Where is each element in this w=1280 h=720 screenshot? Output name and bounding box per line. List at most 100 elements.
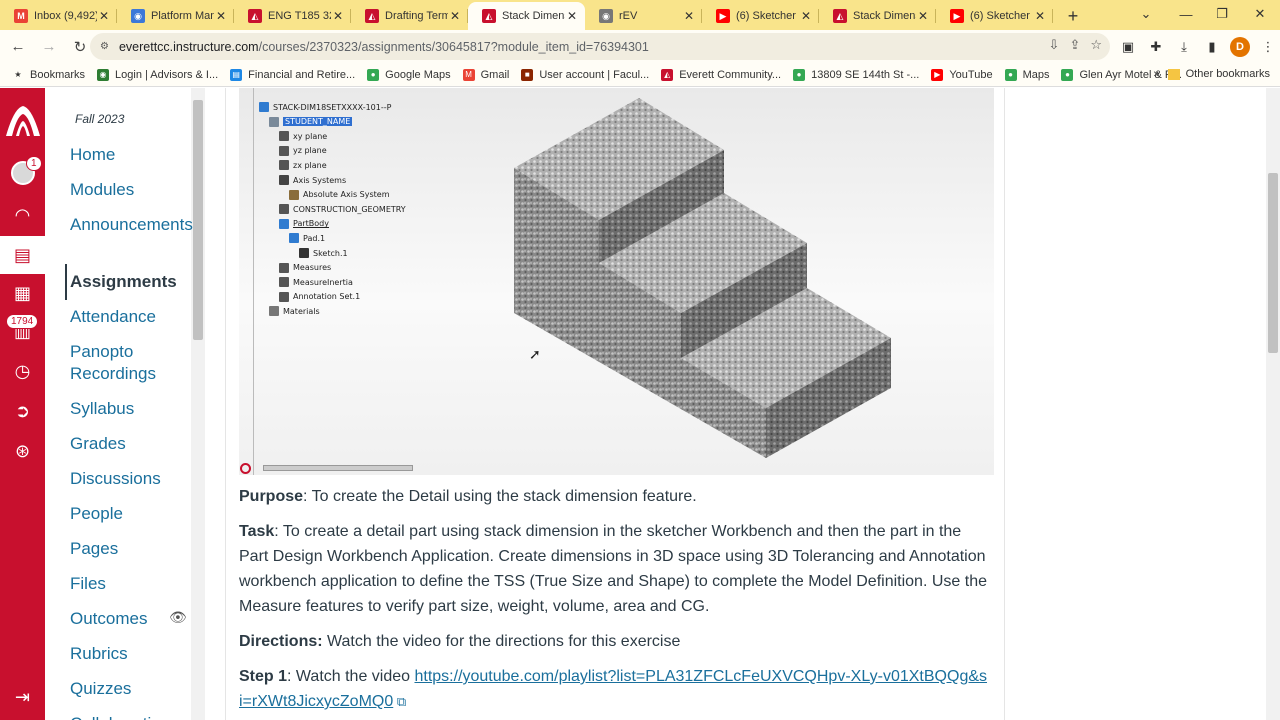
bookmark-item[interactable]: M Gmail — [462, 68, 509, 81]
tab-close-icon[interactable]: ✕ — [916, 9, 930, 23]
tab-close-icon[interactable]: ✕ — [331, 9, 345, 23]
bookmark-item[interactable]: ★ Bookmarks — [12, 69, 85, 81]
menu-icon[interactable]: ⋮ — [1258, 39, 1278, 55]
extension-icon[interactable]: ▣ — [1118, 39, 1138, 55]
page-scrollbar[interactable] — [1266, 88, 1280, 720]
browser-tab[interactable]: M Inbox (9,492) ✕ — [0, 2, 117, 30]
tab-close-icon[interactable]: ✕ — [448, 9, 462, 23]
bookmark-item[interactable]: ▤ Financial and Retire... — [230, 68, 355, 81]
tab-label: ENG T185 321 — [268, 10, 331, 22]
tab-search-icon[interactable]: ⌄ — [1128, 0, 1164, 28]
browser-tab[interactable]: ◉ rEV ✕ — [585, 2, 702, 30]
course-nav-people[interactable]: People — [70, 503, 190, 525]
new-tab-icon[interactable]: + — [1059, 2, 1087, 30]
history-icon[interactable]: ◷ — [0, 354, 45, 388]
inbox-icon[interactable]: ▥ 1794 — [0, 314, 45, 348]
assignment-content: STACK-DIM18SETXXXX-101--P STUDENT_NAME xy … — [225, 88, 1005, 720]
course-nav-syllabus[interactable]: Syllabus — [70, 398, 190, 420]
browser-tab[interactable]: ▶ (6) Sketcher P✕ — [702, 2, 819, 30]
browser-tab[interactable]: ◉ Platform Man ✕ — [117, 2, 234, 30]
task-label: Task — [239, 523, 275, 540]
course-nav-modules[interactable]: Modules — [70, 179, 190, 201]
bookmark-label: Google Maps — [385, 68, 451, 81]
browser-tab[interactable]: ◭ ENG T185 321✕ — [234, 2, 351, 30]
browser-toolbar: ← → ↻ ⚙ everettcc.instructure.com/course… — [0, 30, 1280, 63]
course-nav-rubrics[interactable]: Rubrics — [70, 643, 190, 665]
other-bookmarks[interactable]: » Other bookmarks — [1154, 68, 1271, 80]
install-icon[interactable]: ⇩ — [1049, 37, 1060, 53]
canvas-icon: ◭ — [661, 68, 674, 81]
tab-close-icon[interactable]: ✕ — [214, 9, 228, 23]
bookmark-item[interactable]: ▶ YouTube — [931, 68, 993, 81]
bookmark-star-icon[interactable]: ☆ — [1090, 37, 1102, 53]
account-icon[interactable]: 1 — [0, 156, 45, 190]
puzzle-icon[interactable]: ✚ — [1146, 39, 1166, 55]
browser-tab[interactable]: ▶ (6) Sketcher P✕ — [936, 2, 1053, 30]
course-nav-attendance[interactable]: Attendance — [70, 306, 190, 328]
browser-tab[interactable]: ◭ Stack Dimensi✕ — [468, 2, 585, 30]
tab-label: (6) Sketcher P — [970, 10, 1033, 22]
course-nav-discussions[interactable]: Discussions — [70, 468, 190, 490]
profile-avatar[interactable]: D — [1230, 36, 1250, 57]
compass-icon — [240, 463, 251, 474]
close-window-icon[interactable]: ✕ — [1242, 0, 1278, 28]
tab-close-icon[interactable]: ✕ — [682, 9, 696, 23]
course-nav-collaborations[interactable]: Collaborations — [70, 713, 190, 720]
dashboard-icon[interactable]: ◠ — [0, 198, 45, 232]
canvas-logo-icon[interactable] — [0, 98, 45, 144]
course-nav-quizzes[interactable]: Quizzes — [70, 678, 190, 700]
courses-icon[interactable]: ▤ — [0, 236, 45, 274]
course-nav-panopto-recordings[interactable]: Panopto Recordings — [70, 341, 190, 385]
forward-icon[interactable]: → — [36, 34, 62, 60]
course-nav-outcomes[interactable]: Outcomes — [70, 608, 190, 630]
download-icon[interactable]: ⤓ — [1174, 39, 1194, 55]
commons-icon[interactable]: ➲ — [0, 394, 45, 428]
tab-close-icon[interactable]: ✕ — [565, 9, 579, 23]
calendar-icon[interactable]: ▦ — [0, 276, 45, 310]
directions-paragraph: Directions: Watch the video for the dire… — [239, 629, 989, 654]
maps-icon: ● — [1004, 68, 1017, 81]
bookmark-item[interactable]: ◉ Login | Advisors & I... — [97, 68, 219, 81]
bookmark-item[interactable]: ● 13809 SE 144th St -... — [793, 68, 919, 81]
collapse-nav-icon[interactable]: ⇥ — [0, 682, 45, 712]
bookmark-label: Bookmarks — [30, 68, 86, 81]
tab-close-icon[interactable]: ✕ — [97, 9, 111, 23]
course-nav-grades[interactable]: Grades — [70, 433, 190, 455]
share-icon[interactable]: ⇪ — [1069, 37, 1080, 53]
site-info-icon[interactable]: ⚙ — [100, 41, 109, 52]
purpose-paragraph: Purpose: To create the Detail using the … — [239, 484, 989, 509]
external-link-icon[interactable]: ⧉ — [393, 694, 406, 709]
bookmark-item[interactable]: ● Google Maps — [367, 68, 451, 81]
course-nav-files[interactable]: Files — [70, 573, 190, 595]
maps-icon: ● — [1061, 68, 1074, 81]
purpose-label: Purpose — [239, 488, 304, 505]
bookmark-item[interactable]: ● Maps — [1004, 68, 1050, 81]
course-nav-home[interactable]: Home — [70, 144, 190, 166]
course-nav-assignments[interactable]: Assignments — [70, 271, 190, 293]
sidepanel-icon[interactable]: ▮ — [1202, 39, 1222, 55]
course-nav-announcements[interactable]: Announcements — [70, 214, 193, 236]
tab-label: (6) Sketcher P — [736, 10, 799, 22]
browser-tab[interactable]: ◭ Drafting Term ✕ — [351, 2, 468, 30]
course-nav-pages[interactable]: Pages — [70, 538, 190, 560]
course-nav-scrollbar[interactable] — [191, 88, 205, 720]
tab-close-icon[interactable]: ✕ — [799, 9, 813, 23]
minimize-icon[interactable]: — — [1168, 0, 1204, 28]
gmail-icon: M — [462, 68, 475, 81]
back-icon[interactable]: ← — [5, 34, 31, 60]
bookmark-label: Maps — [1022, 68, 1050, 81]
bank-icon: ▤ — [230, 68, 243, 81]
help-icon[interactable]: ⊛ — [0, 434, 45, 468]
bookmark-item[interactable]: ◭ Everett Community... — [661, 68, 781, 81]
step1-text: : Watch the video — [287, 668, 415, 685]
browser-tab[interactable]: ◭ Stack Dimens ✕ — [819, 2, 936, 30]
bookmark-label: YouTube — [949, 68, 993, 81]
bookmark-item[interactable]: ■ User account | Facul... — [521, 68, 649, 81]
bookmarks-more-icon[interactable]: » — [1154, 68, 1160, 80]
globe-icon: ◉ — [131, 9, 145, 23]
directions-label: Directions: — [239, 633, 323, 650]
restore-icon[interactable]: ❐ — [1204, 0, 1240, 28]
address-bar[interactable]: ⚙ everettcc.instructure.com/courses/2370… — [90, 33, 1110, 60]
tab-close-icon[interactable]: ✕ — [1033, 9, 1047, 23]
bookmark-label: Login | Advisors & I... — [115, 68, 219, 81]
